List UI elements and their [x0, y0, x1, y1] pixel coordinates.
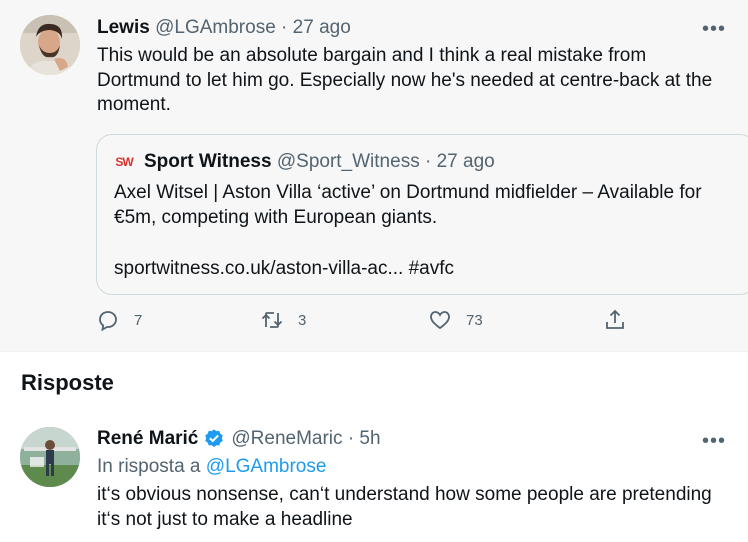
- quote-timestamp: 27 ago: [436, 151, 495, 172]
- replying-to: In risposta a @LGAmbrose: [97, 456, 326, 478]
- dot-separator: ·: [281, 17, 288, 38]
- like-count: 73: [466, 311, 483, 329]
- verified-badge-icon: [205, 429, 224, 447]
- dot-separator: ·: [424, 151, 432, 172]
- tweet-text: This would be an absolute bargain and I …: [97, 45, 713, 115]
- section-divider: [0, 351, 748, 352]
- tweet-actions: 7 3 73: [96, 308, 656, 338]
- reply-text: it‘s obvious nonsense, can‘t understand …: [97, 484, 712, 530]
- retweet-button[interactable]: 3: [260, 308, 306, 332]
- timestamp[interactable]: 27 ago: [293, 17, 351, 38]
- quote-text: Axel Witsel | Aston Villa ‘active’ on Do…: [114, 182, 702, 228]
- more-icon[interactable]: •••: [702, 431, 726, 451]
- quote-author-name: Sport Witness: [144, 151, 272, 172]
- retweet-icon: [261, 312, 283, 328]
- timestamp[interactable]: 5h: [359, 428, 380, 450]
- avatar-image: [20, 427, 80, 487]
- quote-author-handle: @Sport_Witness: [276, 151, 420, 172]
- more-icon[interactable]: •••: [702, 19, 726, 39]
- author-name[interactable]: Lewis: [97, 17, 150, 38]
- quoted-tweet[interactable]: SW Sport Witness @Sport_Witness · 27 ago…: [96, 134, 748, 295]
- replying-to-prefix: In risposta a: [97, 456, 201, 477]
- reply-icon: [99, 311, 117, 332]
- replying-to-handle-link[interactable]: @LGAmbrose: [206, 456, 327, 477]
- reply-button[interactable]: 7: [96, 308, 142, 332]
- main-tweet[interactable]: Lewis @LGAmbrose · 27 ago ••• This would…: [0, 0, 748, 351]
- heart-icon: [430, 311, 450, 330]
- retweet-count: 3: [298, 311, 307, 329]
- dot-separator: ·: [347, 428, 355, 449]
- author-name[interactable]: René Marić: [97, 428, 198, 450]
- avatar[interactable]: [20, 427, 80, 487]
- share-icon: [606, 309, 624, 329]
- author-handle[interactable]: @LGAmbrose: [155, 17, 276, 38]
- tweet-header: Lewis @LGAmbrose · 27 ago: [97, 17, 351, 39]
- author-handle[interactable]: @ReneMaric: [231, 428, 342, 450]
- avatar-image: [20, 15, 80, 75]
- replies-heading: Risposte: [21, 370, 114, 395]
- share-button[interactable]: [603, 308, 627, 332]
- quote-link[interactable]: sportwitness.co.uk/aston-villa-ac... #av…: [114, 256, 454, 281]
- reply-header: René Marić @ReneMaric · 5h: [97, 428, 381, 450]
- sport-witness-logo-icon: SW: [115, 155, 133, 169]
- like-button[interactable]: 73: [428, 308, 483, 332]
- reply-count: 7: [134, 311, 143, 329]
- avatar[interactable]: [20, 15, 80, 75]
- quote-header: SW Sport Witness @Sport_Witness · 27 ago: [114, 151, 495, 173]
